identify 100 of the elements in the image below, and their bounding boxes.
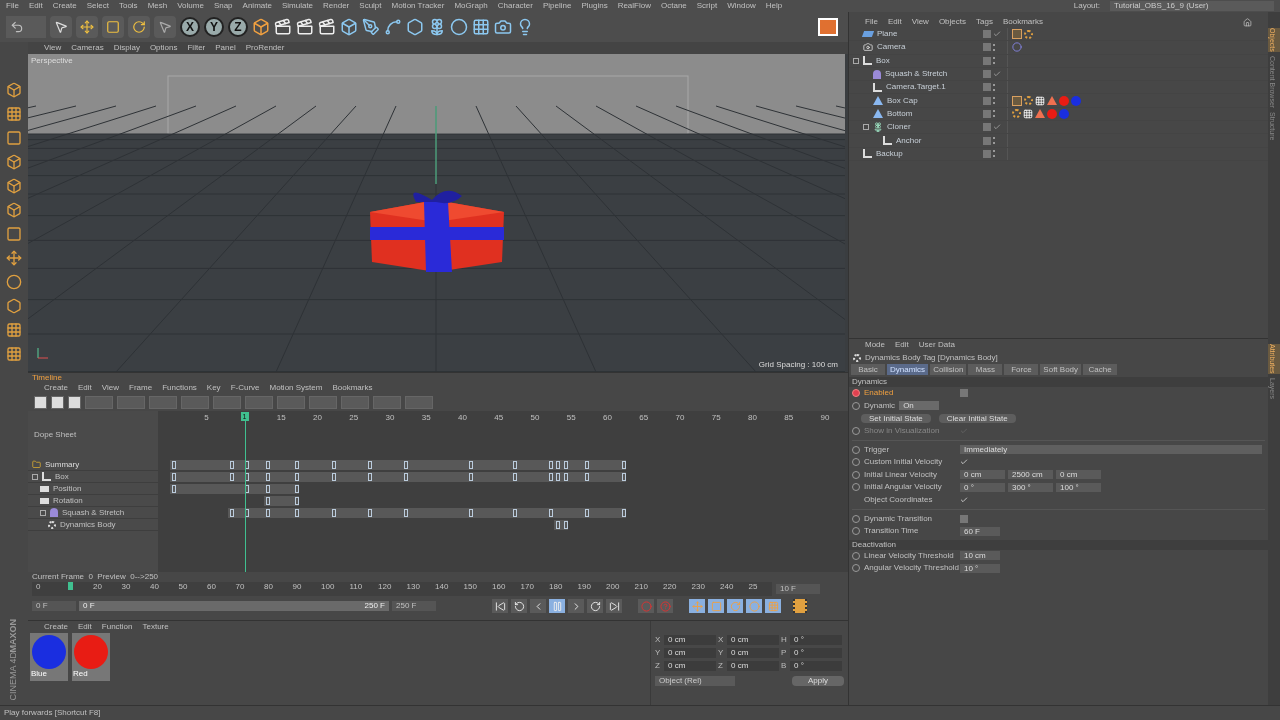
menu-item[interactable]: ProRender <box>245 43 285 53</box>
menu-item[interactable]: Sculpt <box>359 1 382 11</box>
attribute-tab[interactable]: Mass <box>968 364 1003 375</box>
tool-button[interactable] <box>128 16 150 38</box>
timeline-tool-icon[interactable] <box>34 395 47 409</box>
track-name[interactable]: Summary <box>45 459 80 470</box>
keyframe[interactable] <box>331 509 336 517</box>
coordinate-field[interactable]: 0 ° <box>790 648 842 658</box>
object-name[interactable]: Camera.Target.1 <box>886 82 946 93</box>
menu-item[interactable]: Edit <box>28 1 43 11</box>
menu-item[interactable]: Tags <box>976 17 993 27</box>
attribute-tab[interactable]: Collision <box>930 364 967 375</box>
axis-button[interactable]: X <box>180 17 200 37</box>
menu-item[interactable]: Key <box>206 382 221 393</box>
hexagon-icon[interactable] <box>406 18 424 36</box>
undo-button[interactable] <box>6 16 46 38</box>
object-name[interactable]: Box Cap <box>887 95 918 106</box>
menu-item[interactable]: Texture <box>142 622 169 632</box>
next-key-button[interactable] <box>587 599 603 613</box>
attribute-tab[interactable]: Basic <box>851 364 885 375</box>
menu-item[interactable]: View <box>911 17 929 27</box>
number-field[interactable]: 10 cm <box>960 551 1000 561</box>
range-slider[interactable]: 0 F 250 F <box>79 601 389 611</box>
attribute-tab[interactable]: Soft Body <box>1040 364 1082 375</box>
checkbox[interactable] <box>960 389 968 398</box>
curve-icon[interactable] <box>384 18 402 36</box>
coordinate-field[interactable]: 0 cm <box>664 648 716 658</box>
checkbox[interactable] <box>960 496 968 505</box>
keyframe[interactable] <box>469 509 474 517</box>
expand-toggle[interactable] <box>40 509 46 516</box>
previous-key-button[interactable] <box>511 599 527 613</box>
menu-item[interactable]: Display <box>113 43 140 53</box>
menu-item[interactable]: Create <box>52 1 77 11</box>
check-mark-icon[interactable] <box>993 70 1001 79</box>
step-back-button[interactable] <box>530 599 546 613</box>
number-field[interactable]: 60 F <box>960 526 1000 536</box>
menu-item[interactable]: Bookmarks <box>332 382 373 393</box>
keyframe[interactable] <box>404 509 408 517</box>
keyframe[interactable] <box>621 509 626 517</box>
go-to-start-button[interactable] <box>492 599 508 613</box>
layout-dropdown[interactable]: Tutorial_OBS_16_9 (User) <box>1110 1 1274 11</box>
apply-button[interactable]: Apply <box>792 676 844 686</box>
menu-item[interactable]: View <box>44 43 62 53</box>
track-name[interactable]: Box <box>55 471 69 482</box>
menu-item[interactable]: Filter <box>187 43 206 53</box>
coordinate-field[interactable]: 0 cm <box>727 648 779 658</box>
dropdown[interactable]: Immediately <box>960 445 1262 455</box>
menu-item[interactable]: File <box>6 1 19 11</box>
track-name[interactable]: Rotation <box>53 495 83 506</box>
menu-item[interactable]: Bookmarks <box>1002 17 1043 27</box>
keyframe[interactable] <box>367 509 372 517</box>
menu-item[interactable]: Render <box>323 1 350 11</box>
object-name[interactable]: Camera <box>877 42 906 53</box>
expand-toggle[interactable] <box>863 124 869 131</box>
menu-item[interactable]: Select <box>86 1 109 11</box>
flower-icon[interactable] <box>428 18 446 36</box>
menu-item[interactable]: Edit <box>78 382 92 393</box>
number-field[interactable]: 0 ° <box>960 482 1005 492</box>
attribute-tab[interactable]: Force <box>1004 364 1039 375</box>
film-strip-icon[interactable] <box>793 599 807 613</box>
check-mark-icon[interactable] <box>993 30 1001 39</box>
dropdown[interactable]: On <box>899 401 940 411</box>
menu-item[interactable]: MoGraph <box>454 1 488 11</box>
oval-icon[interactable] <box>450 18 468 36</box>
action-button[interactable]: Set Initial State <box>861 414 931 423</box>
tool-button[interactable] <box>76 16 98 38</box>
object-name[interactable]: Cloner <box>887 122 911 133</box>
object-name[interactable]: Backup <box>876 148 903 159</box>
axis-button[interactable]: Z <box>228 17 248 37</box>
checkbox[interactable] <box>960 458 968 467</box>
menu-item[interactable]: Edit <box>895 340 909 350</box>
clapperboard-icon[interactable] <box>296 18 314 36</box>
menu-item[interactable]: Help <box>765 1 783 11</box>
menu-item[interactable]: Volume <box>177 1 204 11</box>
grid-icon[interactable] <box>472 18 490 36</box>
menu-item[interactable]: Edit <box>78 622 92 632</box>
go-to-end-button[interactable] <box>606 599 622 613</box>
object-name[interactable]: Squash & Stretch <box>885 69 948 80</box>
keyframe[interactable] <box>585 509 590 517</box>
menu-item[interactable]: Panel <box>215 43 236 53</box>
pen-icon[interactable] <box>362 18 380 36</box>
axis-button[interactable]: Y <box>204 17 224 37</box>
object-name[interactable]: Anchor <box>896 135 922 146</box>
check-mark-icon[interactable] <box>993 123 1001 132</box>
window-icon[interactable] <box>818 18 838 36</box>
object-name[interactable]: Box <box>876 55 890 66</box>
keyframe[interactable] <box>230 509 234 517</box>
material-swatch[interactable]: Blue <box>30 633 68 681</box>
number-field[interactable]: 0 cm <box>960 470 1005 480</box>
object-name[interactable]: Bottom <box>887 108 913 119</box>
coordinate-field[interactable]: 0 cm <box>727 635 779 645</box>
menu-item[interactable]: RealFlow <box>617 1 651 11</box>
coordinate-field[interactable]: 0 ° <box>790 635 842 645</box>
timeline-tool-icon[interactable] <box>68 395 81 409</box>
keyframe[interactable] <box>512 509 517 517</box>
expand-toggle[interactable] <box>32 473 38 480</box>
menu-item[interactable]: File <box>865 17 878 27</box>
action-button[interactable]: Clear Initial State <box>938 414 1016 423</box>
step-forward-button[interactable] <box>568 599 584 613</box>
home-icon[interactable] <box>1243 17 1252 27</box>
